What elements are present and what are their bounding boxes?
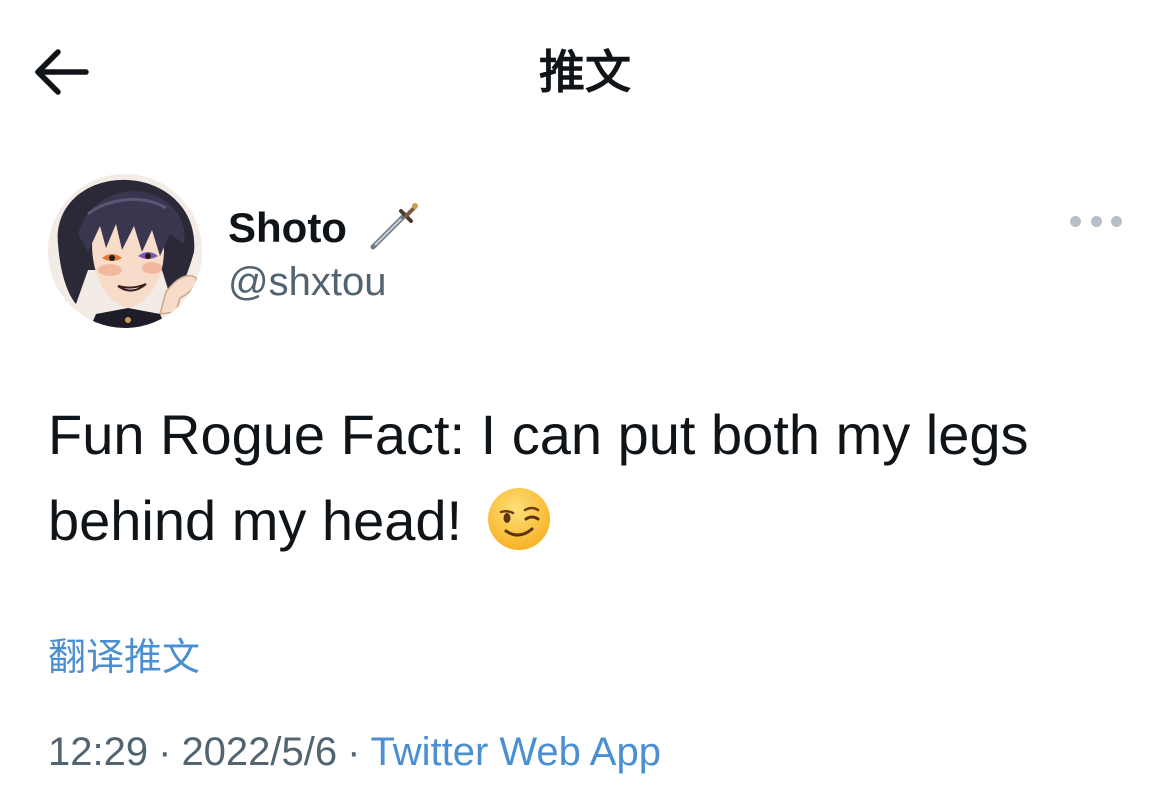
meta-separator: · (347, 730, 361, 774)
tweet-meta: 12:29 · 2022/5/6 · Twitter Web App (48, 724, 661, 780)
display-name: Shoto (228, 204, 347, 251)
author-name-row[interactable]: Shoto (228, 200, 419, 256)
more-horizontal-icon (1070, 215, 1081, 227)
tweet-source-link[interactable]: Twitter Web App (370, 730, 661, 774)
tweet-time: 12:29 (48, 730, 149, 774)
more-dot (1090, 215, 1102, 227)
meta-separator: · (158, 730, 172, 774)
author-handle[interactable]: @shxtou (228, 256, 386, 308)
dagger-icon (370, 203, 418, 250)
tweet: Shoto @shxtou Fun Rogue Fact: I can put … (0, 140, 1170, 807)
winking-face-icon (487, 488, 550, 550)
tweet-date: 2022/5/6 (181, 730, 338, 774)
top-bar: 推文 (0, 0, 1170, 140)
more-options-button[interactable] (1070, 206, 1122, 236)
more-dot (1111, 215, 1122, 227)
translate-tweet-link[interactable]: 翻译推文 (48, 630, 200, 686)
avatar[interactable] (48, 174, 202, 328)
tweet-text: Fun Rogue Fact: I can put both my legs b… (48, 392, 1128, 564)
page-title: 推文 (539, 46, 631, 98)
avatar-image (48, 174, 202, 328)
